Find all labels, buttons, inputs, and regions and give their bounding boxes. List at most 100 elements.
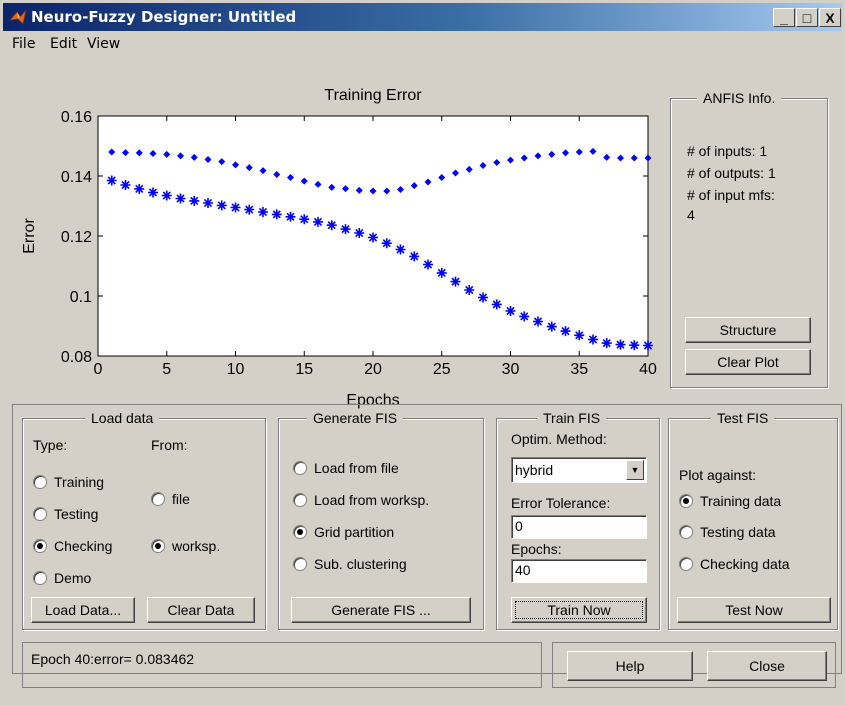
radio-indicator — [33, 571, 47, 585]
data-point-star — [271, 209, 282, 220]
radio-label: Load from file — [314, 460, 399, 476]
data-point-star — [285, 211, 296, 222]
chart-title: Training Error — [324, 87, 422, 104]
data-point-star — [436, 267, 447, 278]
radio-indicator — [293, 461, 307, 475]
x-tick-label: 15 — [295, 361, 313, 378]
radio-label: file — [172, 491, 190, 507]
data-point-star — [601, 338, 612, 349]
epochs-label: Epochs: — [511, 541, 562, 557]
radio-indicator — [293, 493, 307, 507]
generate-fis-panel: Generate FIS Load from file Load from wo… — [278, 410, 484, 630]
data-point-star — [395, 244, 406, 255]
anfis-info-panel: ANFIS Info. # of inputs: 1 # of outputs:… — [670, 90, 828, 388]
radio-indicator — [33, 475, 47, 489]
data-point-star — [175, 193, 186, 204]
radio-checking-data[interactable]: Checking data — [679, 556, 790, 572]
optim-method-select[interactable]: hybrid ▼ — [511, 457, 647, 483]
data-point-star — [423, 259, 433, 270]
radio-label: Testing — [54, 506, 99, 522]
radio-training[interactable]: Training — [33, 474, 104, 490]
radio-testing[interactable]: Testing — [33, 506, 98, 522]
status-text: Epoch 40:error= 0.083462 — [31, 651, 195, 667]
data-point-star — [244, 204, 255, 215]
radio-grid-partition[interactable]: Grid partition — [293, 524, 394, 540]
data-point-star — [230, 202, 241, 213]
app-window: Neuro-Fuzzy Designer: Untitled _ □ X Fil… — [0, 0, 845, 705]
data-point-star — [313, 216, 323, 227]
maximize-button[interactable]: □ — [796, 8, 818, 27]
radio-sub-clustering[interactable]: Sub. clustering — [293, 556, 407, 572]
data-point-star — [574, 330, 585, 341]
test-now-button[interactable]: Test Now — [677, 597, 831, 623]
training-error-plot: Training Error Epochs Error 0 5 10 15 20 25 30… — [21, 87, 657, 409]
radio-load-from-file[interactable]: Load from file — [293, 460, 399, 476]
close-window-button[interactable]: X — [819, 8, 841, 27]
radio-label: Grid partition — [314, 524, 395, 540]
matlab-logo-icon — [9, 9, 27, 25]
x-tick-label: 25 — [433, 361, 451, 378]
load-data-button[interactable]: Load Data... — [31, 597, 135, 623]
radio-testing-data[interactable]: Testing data — [679, 524, 776, 540]
radio-label: Training — [54, 474, 105, 490]
anfis-info-title: ANFIS Info. — [697, 90, 782, 106]
plot-against-label: Plot against: — [679, 467, 757, 483]
data-point-star — [533, 316, 543, 327]
data-point-star — [326, 220, 337, 231]
radio-file[interactable]: file — [151, 491, 190, 507]
data-point-star — [409, 251, 420, 262]
x-tick-label: 0 — [94, 361, 103, 378]
clear-data-button[interactable]: Clear Data — [147, 597, 255, 623]
error-tolerance-input[interactable]: 0 — [511, 515, 647, 539]
window-title: Neuro-Fuzzy Designer: Untitled — [31, 8, 297, 26]
data-point-star — [203, 198, 213, 208]
data-point-star — [120, 180, 131, 190]
close-button[interactable]: Close — [707, 651, 827, 681]
load-data-title: Load data — [85, 410, 160, 426]
clear-plot-button[interactable]: Clear Plot — [685, 349, 811, 375]
radio-label: Checking data — [700, 556, 790, 572]
radio-indicator — [679, 494, 693, 508]
data-point-star — [505, 306, 516, 316]
structure-button[interactable]: Structure — [685, 317, 811, 343]
x-tick-label: 30 — [502, 361, 520, 378]
x-tick-label: 10 — [227, 361, 245, 378]
data-point-star — [258, 207, 268, 217]
train-now-button[interactable]: Train Now — [511, 597, 647, 623]
data-point-star — [381, 238, 392, 249]
test-fis-title: Test FIS — [711, 410, 775, 426]
data-point-star — [615, 339, 626, 350]
radio-load-from-workspace[interactable]: Load from worksp. — [293, 492, 429, 508]
data-point-star — [478, 292, 488, 303]
radio-training-data[interactable]: Training data — [679, 493, 781, 509]
data-point-star — [629, 340, 640, 351]
generate-fis-title: Generate FIS — [307, 410, 404, 426]
help-button[interactable]: Help — [567, 651, 693, 681]
train-fis-panel: Train FIS Optim. Method: hybrid ▼ Error … — [496, 410, 660, 630]
data-point-star — [161, 190, 172, 201]
data-point-star — [588, 334, 598, 345]
input-mfs-label: # of input mfs: — [687, 187, 775, 203]
epochs-input[interactable]: 40 — [511, 559, 647, 583]
radio-label: Checking — [54, 538, 113, 554]
radio-checking[interactable]: Checking — [33, 538, 112, 554]
dropdown-arrow-icon[interactable]: ▼ — [626, 460, 644, 480]
radio-indicator — [151, 492, 165, 506]
data-point-star — [216, 200, 227, 211]
title-bar[interactable]: Neuro-Fuzzy Designer: Untitled _ □ X — [3, 3, 842, 31]
y-tick-label: 0.12 — [61, 229, 92, 246]
radio-label: Testing data — [700, 524, 776, 540]
error-tolerance-label: Error Tolerance: — [511, 495, 611, 511]
radio-label: Training data — [700, 493, 782, 509]
minimize-button[interactable]: _ — [773, 8, 795, 27]
menu-view[interactable]: View — [87, 36, 120, 52]
radio-label: worksp. — [172, 538, 221, 554]
menu-edit[interactable]: Edit — [50, 36, 77, 52]
generate-fis-button[interactable]: Generate FIS ... — [291, 597, 471, 623]
radio-demo[interactable]: Demo — [33, 570, 91, 586]
radio-indicator — [679, 525, 693, 539]
footer-buttons-box: Help Close — [552, 642, 836, 688]
radio-workspace[interactable]: worksp. — [151, 538, 220, 554]
load-data-panel: Load data Type: From: Training Testing C… — [22, 410, 266, 630]
menu-file[interactable]: File — [12, 36, 35, 52]
